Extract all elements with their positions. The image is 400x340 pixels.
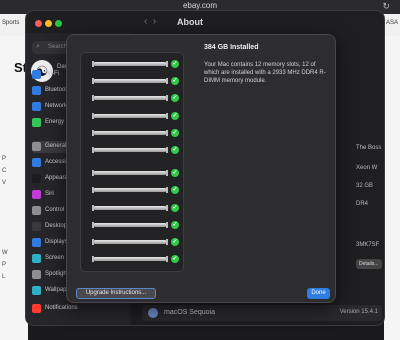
details-button[interactable]: Details...	[356, 259, 382, 269]
memory-slot: ✓	[89, 76, 183, 86]
sidebar-item[interactable]: Notifications	[32, 303, 124, 315]
checkmark-icon: ✓	[171, 77, 179, 86]
memory-module	[92, 256, 168, 263]
sidebar-item-label: Wi-Fi	[45, 71, 59, 77]
sidebar-item-label: Spotlight	[45, 271, 69, 277]
checkmark-icon: ✓	[171, 186, 179, 195]
sidebar-item-icon	[32, 158, 41, 167]
checkmark-icon: ✓	[171, 220, 179, 229]
checkmark-icon: ✓	[171, 60, 179, 68]
memory-module	[92, 95, 168, 102]
checkmark-icon: ✓	[171, 146, 179, 154]
memory-slot: ✓	[89, 168, 183, 178]
sidebar-item-icon	[32, 70, 41, 79]
os-version: Version 15.4.1	[339, 309, 378, 315]
zoom-window-button[interactable]	[55, 20, 62, 27]
sidebar-item-icon	[32, 286, 41, 295]
detail-value: 3MK7SF	[356, 242, 380, 248]
memory-module	[92, 129, 168, 136]
sidebar-item-label: Displays	[45, 239, 68, 245]
memory-module	[92, 187, 168, 194]
search-placeholder: Search	[48, 44, 68, 50]
checkmark-icon: ✓	[171, 169, 179, 178]
sidebar-item-icon	[32, 254, 41, 263]
memory-slot: ✓	[89, 59, 183, 69]
checkmark-icon: ✓	[171, 128, 179, 137]
sidebar-item-icon	[32, 304, 41, 313]
memory-slot: ✓	[89, 237, 183, 247]
memory-module	[92, 239, 168, 245]
upgrade-instructions-button[interactable]: Upgrade Instructions...	[76, 288, 156, 299]
web-tab-sports[interactable]: Sports	[2, 20, 19, 26]
search-icon: ⌕	[36, 43, 40, 50]
checkmark-icon: ✓	[171, 111, 179, 120]
memory-installed-title: 384 GB Installed	[204, 44, 259, 51]
memory-module	[92, 221, 168, 228]
sidebar-item-label: Notifications	[45, 305, 78, 311]
web-page-left: St P C V W P L	[0, 36, 28, 340]
memory-slot: ✓	[89, 185, 183, 195]
memory-slot: ✓	[89, 203, 183, 213]
web-snip: C	[2, 168, 7, 174]
macos-logo-icon	[148, 308, 158, 318]
sidebar-item-icon	[32, 102, 41, 111]
checkmark-icon: ✓	[171, 238, 179, 246]
memory-module	[92, 170, 168, 177]
sidebar-item-icon	[32, 206, 41, 215]
memory-slot: ✓	[89, 111, 183, 121]
macos-row: macOS Sequoia Version 15.4.1	[142, 305, 382, 321]
sidebar-item-icon	[32, 190, 41, 199]
sidebar-item-label: Energy	[45, 119, 65, 125]
web-snip: W	[2, 250, 8, 256]
about-details-column: The Boss Xeon W 32 GB DR4 3MK7SF Details…	[356, 11, 384, 325]
web-tab-right[interactable]: ASA	[386, 20, 398, 26]
checkmark-icon: ✓	[171, 94, 179, 103]
memory-module	[92, 204, 168, 211]
sidebar-item-icon	[32, 118, 41, 127]
sidebar-item-label: General	[45, 143, 67, 149]
memory-module	[92, 112, 168, 119]
sidebar-item-icon	[32, 270, 41, 279]
sidebar-item-icon	[32, 142, 41, 151]
sidebar-item-icon	[32, 174, 41, 183]
memory-slot: ✓	[89, 93, 183, 103]
back-forward-icons[interactable]: ‹ ›	[144, 16, 156, 27]
sidebar-item-label: Network	[45, 103, 68, 109]
done-button[interactable]: Done	[307, 288, 330, 299]
memory-slots-panel: ✓ ✓ ✓ ✓ ✓ ✓ ✓ ✓ ✓ ✓ ✓ ✓	[80, 52, 184, 272]
minimize-window-button[interactable]	[45, 20, 52, 27]
memory-sheet: ✓ ✓ ✓ ✓ ✓ ✓ ✓ ✓ ✓ ✓ ✓ ✓ 384 GB Installed Your Mac c…	[66, 34, 336, 303]
memory-slot: ✓	[89, 145, 183, 155]
web-snip: V	[2, 180, 7, 186]
memory-slot: ✓	[89, 220, 183, 230]
detail-value: 32 GB	[356, 183, 374, 189]
detail-value: Xeon W	[356, 165, 378, 171]
memory-slot: ✓	[89, 128, 183, 138]
sidebar-item-icon	[32, 238, 41, 247]
memory-description: Your Mac contains 12 memory slots, 12 of…	[204, 62, 326, 84]
sidebar-item-icon	[32, 86, 41, 95]
web-snip: P	[2, 156, 7, 162]
detail-value: DR4	[356, 201, 369, 207]
memory-module	[92, 147, 168, 153]
memory-module	[92, 78, 168, 85]
os-name: macOS Sequoia	[164, 309, 215, 316]
page-title: About	[177, 17, 203, 27]
sidebar-item-label: Siri	[45, 191, 54, 197]
close-window-button[interactable]	[35, 20, 42, 27]
address-bar[interactable]: ebay.com	[0, 1, 400, 10]
checkmark-icon: ✓	[171, 255, 179, 264]
memory-module	[92, 61, 168, 67]
detail-value: The Boss	[356, 145, 382, 151]
web-page-right	[384, 36, 400, 340]
web-snip: P	[2, 262, 7, 268]
web-snip: L	[2, 274, 6, 280]
sidebar-item-icon	[32, 222, 41, 231]
memory-slot: ✓	[89, 254, 183, 264]
checkmark-icon: ✓	[171, 203, 179, 212]
